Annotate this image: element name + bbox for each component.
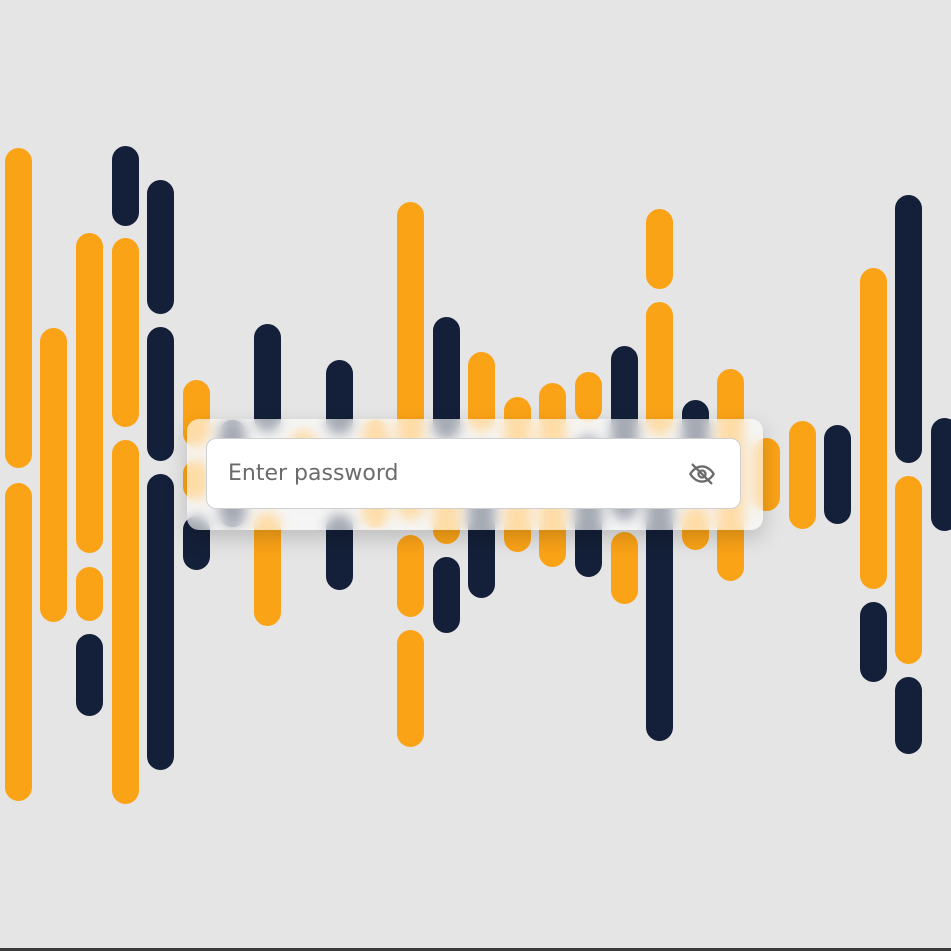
waveform-bar-segment (860, 268, 887, 589)
waveform-bar-segment (76, 233, 103, 553)
waveform-bar-segment (789, 421, 816, 529)
password-input[interactable] (207, 438, 686, 509)
waveform-bar-segment (254, 324, 281, 432)
waveform-bar-segment (5, 148, 32, 468)
waveform-bar-segment (147, 474, 174, 770)
waveform-bar-segment (931, 418, 951, 531)
waveform-bar-segment (147, 327, 174, 461)
waveform-bar-segment (895, 195, 922, 463)
waveform-bar-segment (76, 634, 103, 716)
waveform-bar-segment (895, 677, 922, 754)
waveform-bar-segment (112, 238, 139, 427)
waveform-bar-segment (397, 630, 424, 747)
waveform-bar-segment (611, 532, 638, 604)
waveform-bar-segment (147, 180, 174, 314)
waveform-bar-segment (112, 440, 139, 804)
waveform-bar-segment (646, 302, 673, 436)
waveform-bar-segment (40, 328, 67, 622)
eye-slash-icon[interactable] (686, 458, 718, 490)
waveform-bar-segment (824, 425, 851, 524)
waveform-bar-segment (397, 535, 424, 617)
waveform-bar-segment (575, 372, 602, 422)
waveform-bar-segment (5, 483, 32, 801)
waveform-bar-segment (112, 146, 139, 226)
waveform-bar-segment (433, 557, 460, 633)
waveform-bar-segment (860, 602, 887, 682)
password-field[interactable] (206, 438, 741, 509)
waveform-bar-segment (895, 476, 922, 664)
waveform-bar-segment (76, 567, 103, 621)
password-demo-stage (0, 0, 951, 951)
password-card (187, 419, 763, 530)
waveform-bar-segment (646, 209, 673, 289)
